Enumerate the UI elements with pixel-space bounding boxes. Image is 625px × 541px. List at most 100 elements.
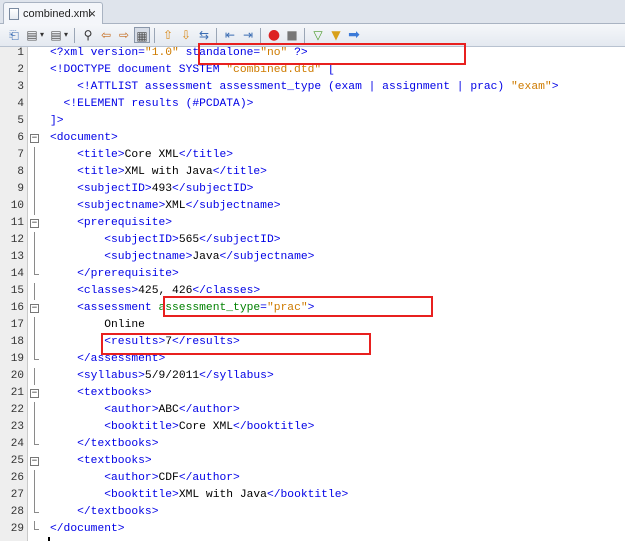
xml-markup: <!ATTLIST assessment assessment_type (ex… (50, 81, 511, 93)
xml-markup: <textbooks> (50, 455, 152, 467)
tab-combined-xml[interactable]: combined.xml × (3, 2, 103, 24)
validate-xml-icon[interactable]: ▼ (328, 27, 344, 43)
code-text: <subjectname>Java</subjectname> (50, 249, 314, 266)
xml-markup: </author> (178, 404, 240, 416)
code-line[interactable]: 22 <author>ABC</author> (0, 402, 625, 419)
code-line[interactable]: 21− <textbooks> (0, 385, 625, 402)
line-number: 7 (17, 149, 24, 161)
stop-macro-icon[interactable]: ■ (284, 27, 300, 43)
line-number: 12 (10, 234, 24, 246)
line-number: 6 (17, 132, 24, 144)
xml-markup: </textbooks> (50, 506, 159, 518)
code-line[interactable]: 11− <prerequisite> (0, 215, 625, 232)
close-tab-icon[interactable]: × (88, 6, 96, 21)
xml-markup: <booktitle> (50, 489, 179, 501)
back-icon[interactable]: ⎗ (6, 27, 22, 43)
line-number: 4 (17, 98, 24, 110)
line-number: 24 (10, 438, 24, 450)
shift-right-icon[interactable]: ⇥ (240, 27, 256, 43)
code-line[interactable]: 5]> (0, 113, 625, 130)
code-text: <syllabus>5/9/2011</syllabus> (50, 368, 274, 385)
find-prev-icon[interactable]: ⇦ (98, 27, 114, 43)
toolbar-separator (304, 28, 305, 43)
fold-toggle-icon[interactable]: − (30, 219, 39, 228)
dropdown-icon[interactable]: ▾ (38, 27, 46, 43)
code-line[interactable]: 12 <subjectID>565</subjectID> (0, 232, 625, 249)
shift-left-icon[interactable]: ⇤ (222, 27, 238, 43)
xml-markup: </title> (212, 166, 267, 178)
fold-guide (34, 334, 35, 351)
code-line[interactable]: 9 <subjectID>493</subjectID> (0, 181, 625, 198)
line-number: 8 (17, 166, 24, 178)
code-text: <textbooks> (50, 453, 152, 470)
xml-markup: </author> (178, 472, 240, 484)
code-line[interactable]: 20 <syllabus>5/9/2011</syllabus> (0, 368, 625, 385)
toggle-highlight-icon[interactable]: ▦ (134, 27, 150, 43)
check-xml-icon[interactable]: ▽ (310, 27, 326, 43)
code-line[interactable]: 27 <booktitle>XML with Java</booktitle> (0, 487, 625, 504)
fold-toggle-icon[interactable]: − (30, 389, 39, 398)
fold-guide (34, 317, 35, 334)
code-line[interactable]: 24 </textbooks> (0, 436, 625, 453)
xml-attribute-value: "1.0" (144, 47, 179, 59)
code-line[interactable]: 8 <title>XML with Java</title> (0, 164, 625, 181)
xml-markup: <syllabus> (50, 370, 145, 382)
xml-markup: </prerequisite> (50, 268, 179, 280)
xml-markup: </document> (50, 523, 125, 535)
xsl-transform-icon[interactable]: ➡ (346, 27, 362, 43)
code-line[interactable]: 14 </prerequisite> (0, 266, 625, 283)
toolbar-separator (216, 28, 217, 43)
code-line[interactable]: 6− <document> (0, 130, 625, 147)
record-macro-icon[interactable]: ● (266, 27, 282, 43)
code-line[interactable]: 7 <title>Core XML</title> (0, 147, 625, 164)
find-icon[interactable]: ⚲ (80, 27, 96, 43)
fold-guide (34, 164, 35, 181)
find-next-icon[interactable]: ⇨ (116, 27, 132, 43)
code-text: <subjectID>565</subjectID> (50, 232, 280, 249)
code-line[interactable]: 3 <!ATTLIST assessment assessment_type (… (0, 79, 625, 96)
xml-file-icon (9, 7, 19, 20)
code-text: <prerequisite> (50, 215, 172, 232)
xml-text-content: XML (165, 200, 186, 212)
xml-editor[interactable]: 1 <?xml version="1.0" standalone="no" ?> 2… (0, 43, 625, 541)
code-line[interactable]: 25− <textbooks> (0, 453, 625, 470)
fold-guide (34, 181, 35, 198)
code-line[interactable]: 4 <!ELEMENT results (#PCDATA)> (0, 96, 625, 113)
highlight-standalone-attribute (198, 43, 466, 65)
xml-text-content: 5/9/2011 (144, 370, 200, 382)
fold-end-marker (34, 504, 39, 513)
line-number: 19 (10, 353, 24, 365)
fold-end-marker (34, 266, 39, 275)
next-bookmark-icon[interactable]: ⇩ (178, 27, 194, 43)
line-number: 5 (17, 115, 24, 127)
code-line[interactable]: 13 <subjectname>Java</subjectname> (0, 249, 625, 266)
prev-bookmark-icon[interactable]: ⇧ (160, 27, 176, 43)
code-line[interactable]: 28 </textbooks> (0, 504, 625, 521)
xml-markup: </booktitle> (233, 421, 315, 433)
code-text: Online (50, 317, 145, 334)
code-line[interactable]: 10 <subjectname>XML</subjectname> (0, 198, 625, 215)
fold-toggle-icon[interactable]: − (30, 304, 39, 313)
line-number: 25 (10, 455, 24, 467)
toolbar-separator (260, 28, 261, 43)
code-text: </document> (50, 521, 125, 538)
dropdown-icon[interactable]: ▾ (62, 27, 70, 43)
code-line[interactable]: 23 <booktitle>Core XML</booktitle> (0, 419, 625, 436)
code-line[interactable]: 17 Online (0, 317, 625, 334)
code-line[interactable]: 26 <author>CDF</author> (0, 470, 625, 487)
xml-text-content: 565 (178, 234, 200, 246)
line-number: 11 (10, 217, 24, 229)
xml-attribute-value: "exam" (511, 81, 552, 93)
code-line[interactable]: 29 </document> (0, 521, 625, 538)
xml-markup: <subjectID> (50, 183, 152, 195)
xml-text-content: 493 (151, 183, 173, 195)
toggle-bookmark-icon[interactable]: ⇆ (196, 27, 212, 43)
line-number: 9 (17, 183, 24, 195)
xml-text-content: CDF (158, 472, 179, 484)
line-number: 18 (10, 336, 24, 348)
code-text: <booktitle>XML with Java</booktitle> (50, 487, 348, 504)
tab-title: combined.xml (23, 7, 91, 20)
xml-markup: <title> (50, 149, 125, 161)
fold-toggle-icon[interactable]: − (30, 457, 39, 466)
fold-toggle-icon[interactable]: − (30, 134, 39, 143)
